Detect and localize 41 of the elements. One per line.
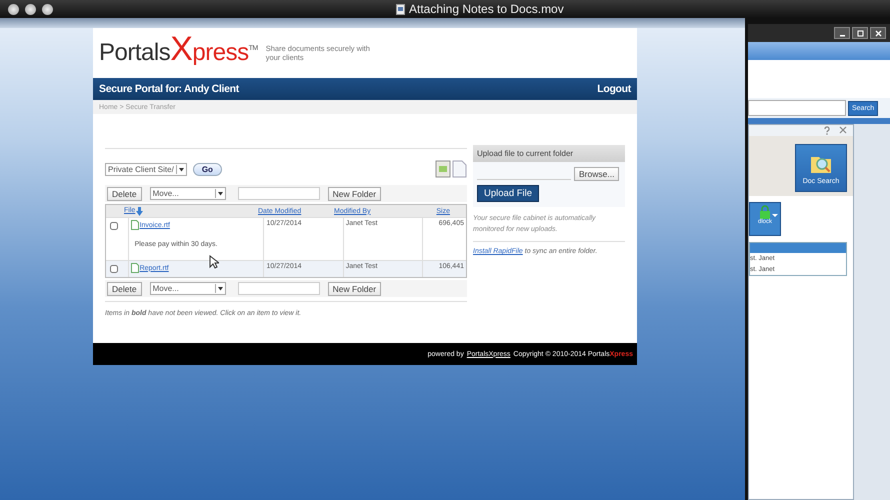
new-folder-button[interactable]: New Folder <box>328 282 382 296</box>
search-field[interactable] <box>748 100 846 116</box>
delete-button[interactable]: Delete <box>107 186 142 200</box>
close-icon[interactable] <box>839 126 847 134</box>
caret-icon <box>214 189 225 198</box>
help-icon[interactable] <box>823 126 831 135</box>
document-icon <box>396 4 405 14</box>
lock-icon <box>759 205 771 219</box>
mouse-cursor-icon <box>209 255 219 269</box>
logout-link[interactable]: Logout <box>597 83 631 95</box>
minimize-button[interactable] <box>834 27 850 39</box>
close-button[interactable] <box>8 4 19 14</box>
file-icon <box>130 220 139 230</box>
browse-button[interactable]: Browse... <box>574 167 620 181</box>
portal-title: Secure Portal for: Andy Client <box>99 83 239 95</box>
view-icons-drawing[interactable] <box>435 160 467 178</box>
go-button[interactable]: Go <box>192 162 222 176</box>
file-icon <box>130 263 139 273</box>
row-checkbox[interactable] <box>110 222 118 230</box>
folder-name-field[interactable] <box>238 282 320 295</box>
window-title: Attaching Notes to Docs.mov <box>409 2 564 16</box>
sort-icon <box>136 206 144 216</box>
close-icon <box>874 30 882 36</box>
move-dropdown[interactable]: Move... <box>150 187 226 200</box>
upload-header: Upload file to current folder <box>473 145 625 162</box>
folder-dropdown[interactable]: Private Client Site/ <box>105 162 187 176</box>
folder-name-field[interactable] <box>238 187 320 200</box>
caret-icon <box>176 164 186 174</box>
logo: PortalsXpress$^{TM}$ <box>99 39 258 67</box>
delete-button[interactable]: Delete <box>107 282 142 296</box>
upload-button[interactable]: Upload File <box>477 185 540 202</box>
zoom-button[interactable] <box>42 4 53 14</box>
row-checkbox[interactable] <box>110 265 118 273</box>
new-folder-button[interactable]: New Folder <box>328 186 382 200</box>
close-button[interactable] <box>870 27 886 39</box>
move-dropdown[interactable]: Move... <box>150 282 226 295</box>
maximize-icon <box>856 30 864 36</box>
caret-icon <box>214 284 225 293</box>
minimize-button[interactable] <box>25 4 36 14</box>
maximize-button[interactable] <box>852 27 868 39</box>
caret-icon <box>772 213 778 218</box>
